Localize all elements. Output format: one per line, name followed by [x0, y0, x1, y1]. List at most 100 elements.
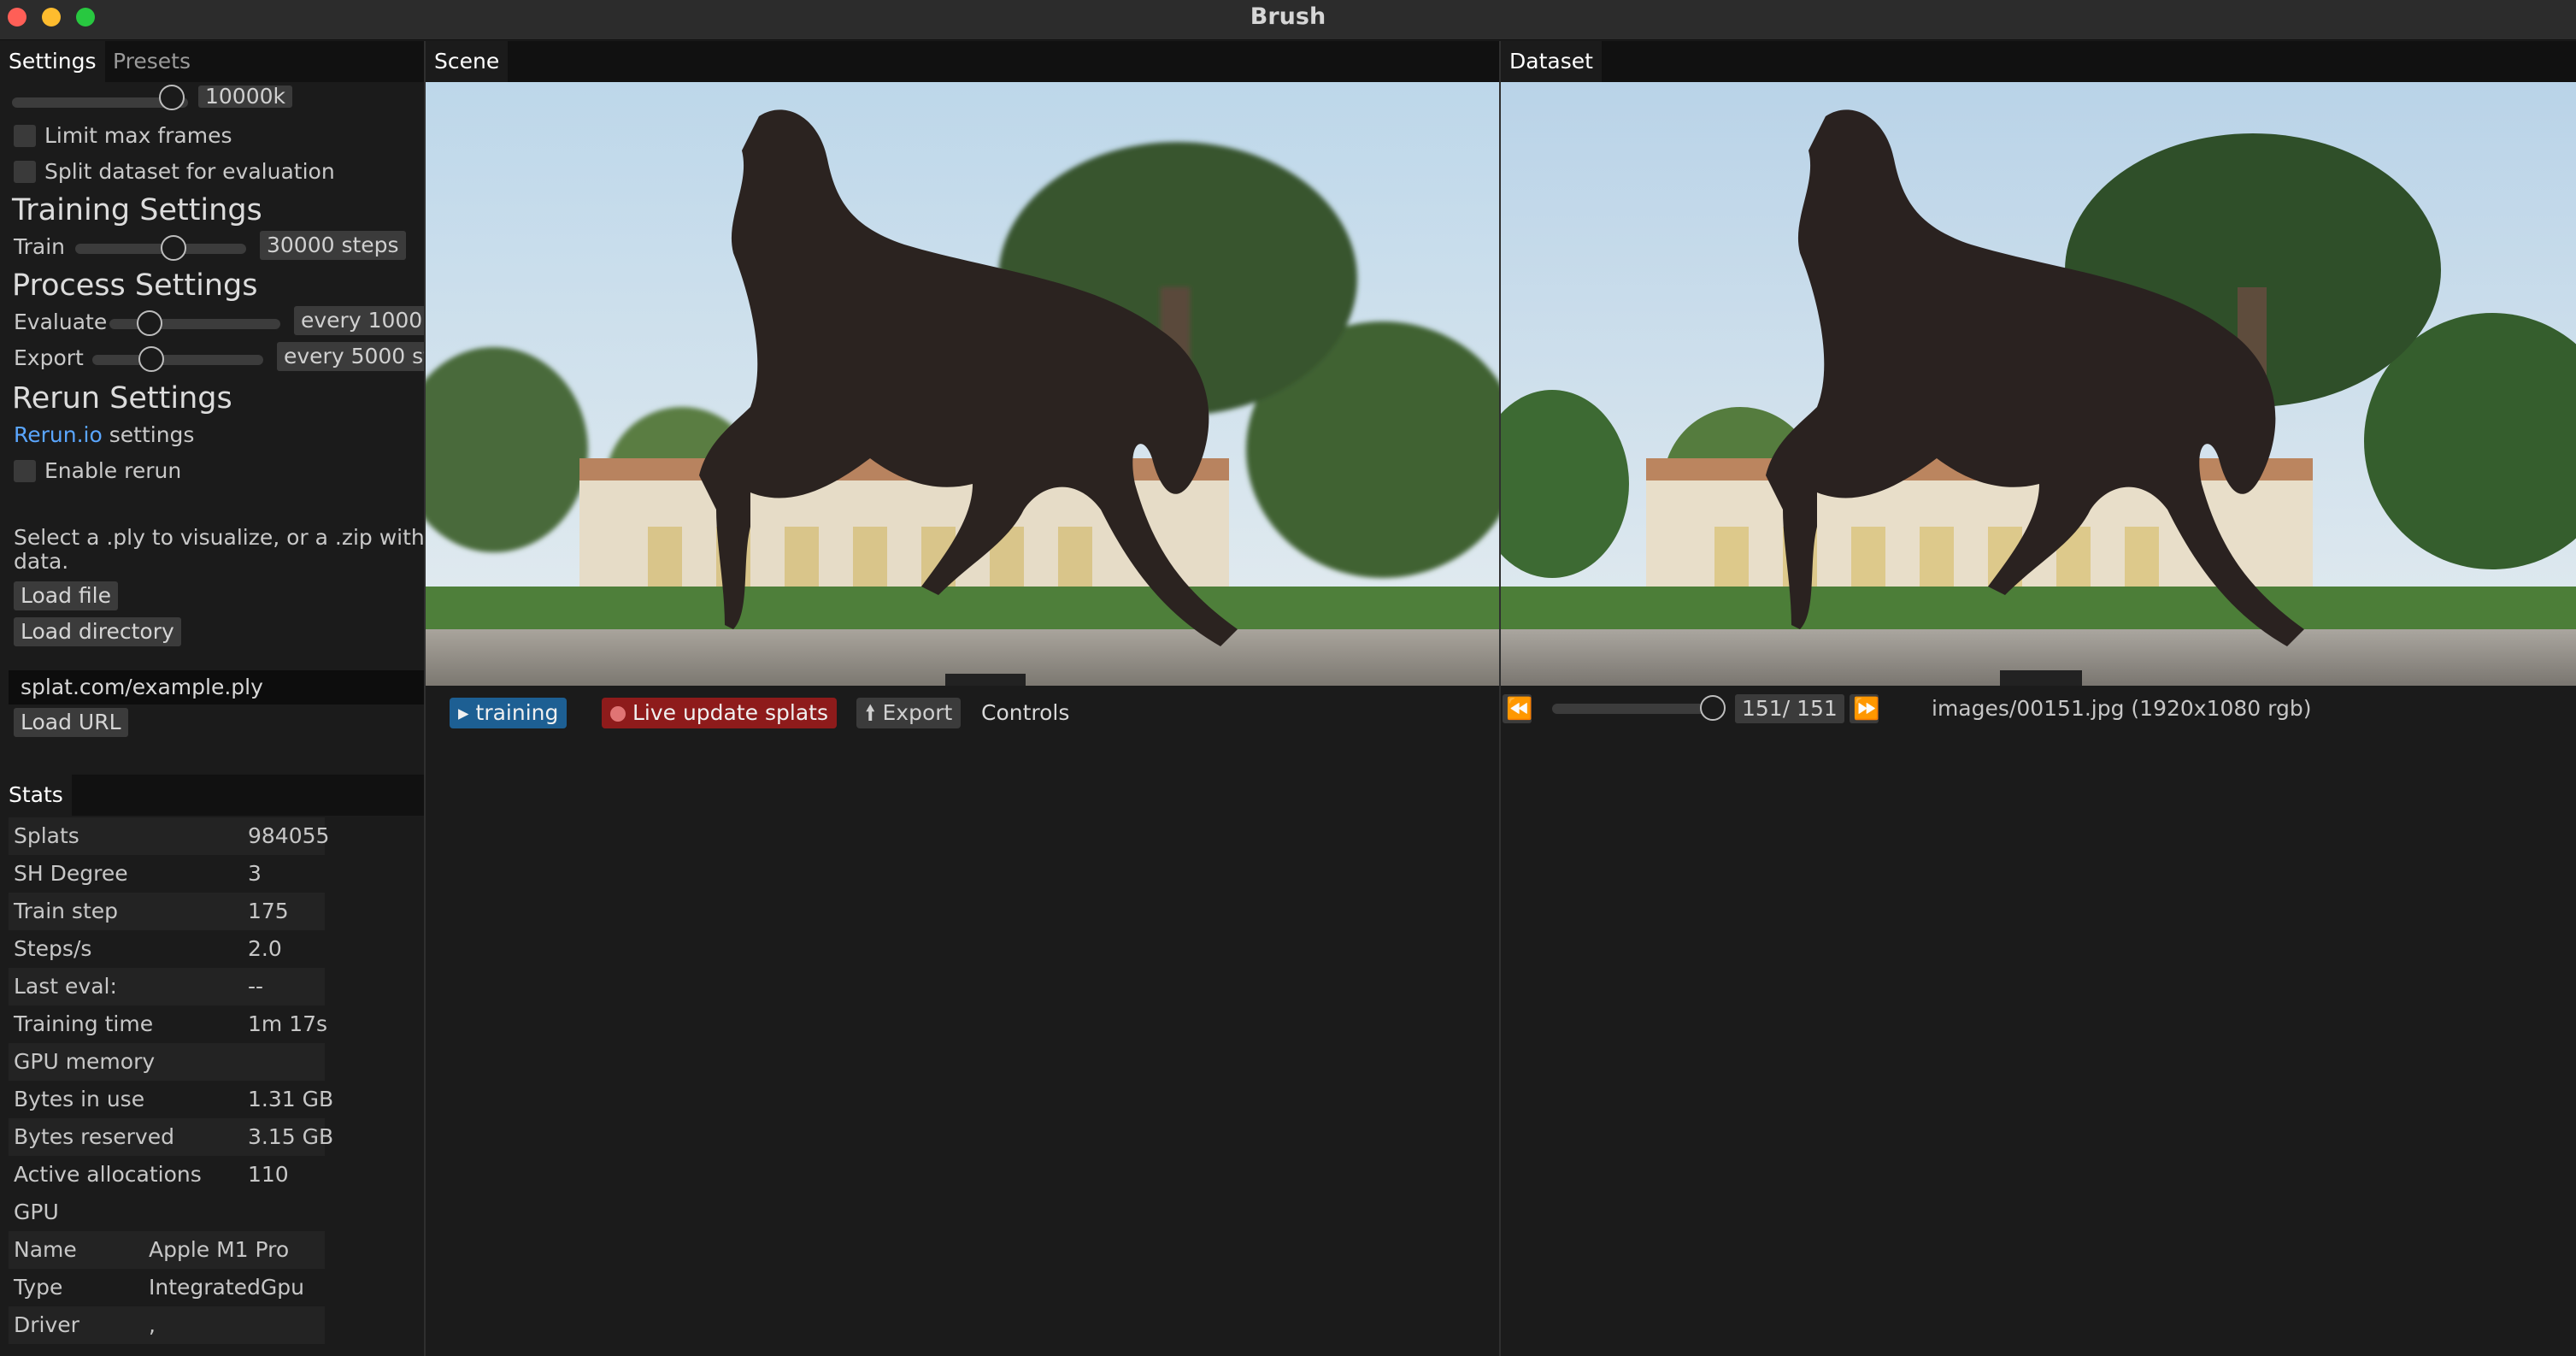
evaluate-label: Evaluate [14, 310, 108, 334]
train-label: Train [14, 234, 65, 259]
live-update-splats-button[interactable]: Live update splats [602, 698, 837, 728]
limit-max-frames-checkbox[interactable] [14, 125, 36, 147]
controls-menu[interactable]: Controls [981, 698, 1069, 728]
window-title: Brush [1250, 3, 1326, 30]
stats-value: -- [248, 974, 264, 999]
stats-row: Training time 1m 17s [9, 1005, 328, 1043]
stats-value: 2.0 [248, 936, 282, 961]
stats-key: Active allocations [14, 1162, 202, 1187]
export-interval-value[interactable]: every 5000 step [277, 342, 424, 371]
stats-row: Steps/s 2.0 [9, 930, 325, 968]
frame-slider-knob[interactable] [1700, 695, 1726, 721]
frame-counter[interactable]: 151/ 151 [1735, 694, 1844, 723]
export-button[interactable]: 🠙 Export [856, 698, 962, 728]
stats-row: Splats 984055 [9, 817, 329, 855]
stats-key: Splats [14, 823, 79, 848]
stats-value: Apple M1 Pro [149, 1237, 290, 1262]
stats-row: Train step 175 [9, 893, 325, 930]
url-input[interactable]: splat.com/example.ply [9, 670, 424, 705]
stats-key: SH Degree [14, 861, 128, 886]
stats-value: 110 [248, 1162, 289, 1187]
stats-key: Type [14, 1275, 63, 1300]
tab-presets[interactable]: Presets [104, 41, 199, 82]
stats-row: Driver, [9, 1306, 325, 1344]
load-directory-button[interactable]: Load directory [14, 617, 181, 646]
image-info-label: images/00151.jpg (1920x1080 rgb) [1932, 696, 2312, 721]
stats-row: Type IntegratedGpu [9, 1269, 325, 1306]
stats-value: 3.15 GB [248, 1124, 334, 1149]
stats-value: 984055 [248, 823, 330, 848]
max-frames-slider-knob[interactable] [159, 85, 185, 110]
export-setting-label: Export [14, 345, 84, 370]
max-frames-value[interactable]: 10000k [198, 85, 293, 108]
evaluate-slider-knob[interactable] [137, 310, 162, 336]
stats-key: Last eval: [14, 974, 117, 999]
evaluate-slider-track[interactable] [109, 319, 280, 329]
stats-key: Train step [14, 899, 119, 923]
stats-row: Name Apple M1 Pro [9, 1231, 325, 1269]
training-label: training [475, 700, 559, 725]
dataset-image-view[interactable] [1501, 82, 2576, 686]
stats-row: GPU memory [9, 1043, 325, 1081]
play-icon: ▸ [458, 700, 469, 725]
stats-row: Active allocations 110 [9, 1156, 325, 1194]
load-help-text-line2: data. [14, 549, 69, 574]
evaluate-value[interactable]: every 1000 st [294, 306, 424, 335]
tab-scene[interactable]: Scene [426, 41, 509, 82]
scene-render-image [426, 82, 1499, 686]
stats-value: 3 [248, 861, 262, 886]
rerun-settings-suffix: settings [109, 422, 195, 447]
stats-key: Steps/s [14, 936, 92, 961]
tab-dataset[interactable]: Dataset [1501, 41, 1602, 82]
stats-value: 1.31 GB [248, 1087, 334, 1111]
stats-key: Driver [14, 1312, 79, 1337]
fast-forward-icon[interactable]: ⏩ [1850, 694, 1879, 723]
training-settings-heading: Training Settings [12, 193, 262, 227]
enable-rerun-label: Enable rerun [44, 458, 182, 483]
live-update-label: Live update splats [632, 700, 828, 725]
scene-viewport[interactable] [426, 82, 1499, 686]
training-toggle-button[interactable]: ▸ training [450, 698, 568, 728]
stats-row: Bytes in use 1.31 GB [9, 1081, 333, 1118]
rewind-icon[interactable]: ⏪ [1503, 694, 1532, 723]
upload-arrow-icon: 🠙 [865, 700, 876, 725]
stats-row: Bytes reserved 3.15 GB [9, 1118, 333, 1156]
split-dataset-checkbox[interactable] [14, 161, 36, 183]
stats-key: Bytes in use [14, 1087, 145, 1111]
stats-row: Last eval: -- [9, 968, 325, 1005]
stats-value: 175 [248, 899, 289, 923]
stats-key: Training time [14, 1011, 154, 1036]
stats-table: Splats 984055 SH Degree 3 Train step 175 Steps… [0, 817, 424, 1356]
gpu-heading: GPU [14, 1200, 59, 1224]
stats-key: Name [14, 1237, 77, 1262]
enable-rerun-checkbox[interactable] [14, 460, 36, 482]
train-slider-knob[interactable] [161, 235, 186, 261]
stats-key: GPU memory [14, 1049, 156, 1074]
frame-slider-track[interactable] [1552, 704, 1713, 714]
stats-value: , [149, 1312, 156, 1337]
dataset-frame-image [1501, 82, 2576, 686]
tab-stats[interactable]: Stats [0, 775, 72, 816]
stats-row: SH Degree 3 [9, 855, 325, 893]
train-steps-value[interactable]: 30000 steps [260, 231, 406, 260]
tab-settings[interactable]: Settings [0, 41, 105, 82]
record-dot-icon [610, 706, 626, 722]
load-url-button[interactable]: Load URL [14, 708, 128, 737]
export-label: Export [882, 700, 953, 725]
settings-panel: 10000k Limit max frames Split dataset fo… [0, 82, 424, 775]
load-help-text-line1: Select a .ply to visualize, or a .zip wi… [14, 525, 424, 550]
stats-value: 1m 17s [248, 1011, 328, 1036]
rerun-settings-heading: Rerun Settings [12, 381, 232, 416]
scene-tabstrip [426, 41, 1499, 82]
export-slider-track[interactable] [92, 355, 263, 365]
stats-key: Bytes reserved [14, 1124, 174, 1149]
dataset-tabstrip [1501, 41, 2576, 82]
limit-max-frames-label: Limit max frames [44, 123, 232, 148]
process-settings-heading: Process Settings [12, 268, 258, 303]
rerun-settings-line: Rerun.io settings [14, 422, 194, 447]
export-slider-knob[interactable] [138, 346, 164, 372]
load-file-button[interactable]: Load file [14, 581, 118, 610]
split-dataset-label: Split dataset for evaluation [44, 159, 335, 184]
stats-value: IntegratedGpu [149, 1275, 305, 1300]
rerun-io-link[interactable]: Rerun.io [14, 422, 103, 447]
